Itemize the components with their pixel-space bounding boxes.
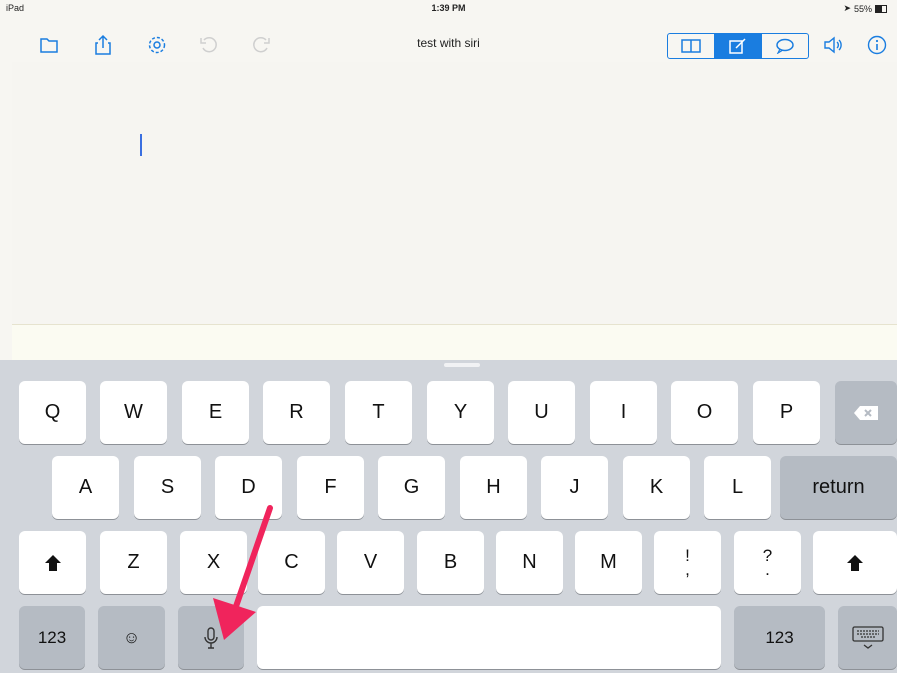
key-t[interactable]: T — [345, 381, 412, 444]
numbers-key-right[interactable]: 123 — [734, 606, 825, 669]
key-b[interactable]: B — [417, 531, 484, 594]
text-editor[interactable] — [12, 62, 897, 324]
key-f[interactable]: F — [297, 456, 364, 519]
key-p[interactable]: P — [753, 381, 820, 444]
key-s[interactable]: S — [134, 456, 201, 519]
keyboard-dismiss-icon — [851, 625, 884, 649]
key-x[interactable]: X — [180, 531, 247, 594]
key-h[interactable]: H — [460, 456, 527, 519]
speaker-icon[interactable] — [822, 34, 844, 56]
key-u[interactable]: U — [508, 381, 575, 444]
delete-key[interactable] — [835, 381, 897, 444]
edit-icon[interactable] — [715, 34, 762, 58]
text-cursor — [140, 134, 142, 156]
keyboard-handle[interactable] — [444, 363, 480, 367]
hide-keyboard-key[interactable] — [838, 606, 897, 669]
shift-icon — [44, 554, 61, 571]
shift-key-right[interactable] — [813, 531, 897, 594]
key-q[interactable]: Q — [19, 381, 86, 444]
key-e[interactable]: E — [182, 381, 249, 444]
key-y[interactable]: Y — [427, 381, 494, 444]
keyboard: Q W E R T Y U I O P A S D F G H J K L re… — [0, 360, 897, 673]
key-c[interactable]: C — [258, 531, 325, 594]
split-view-icon[interactable] — [668, 34, 715, 58]
status-bar: iPad 1:39 PM ➤ 55% — [0, 0, 897, 16]
key-exclamation-comma[interactable]: ! , — [654, 531, 721, 594]
space-bar[interactable] — [257, 606, 721, 669]
key-j[interactable]: J — [541, 456, 608, 519]
microphone-icon — [204, 626, 218, 649]
key-r[interactable]: R — [263, 381, 330, 444]
emoji-key[interactable]: ☺ — [98, 606, 165, 669]
backspace-icon — [854, 405, 878, 420]
view-mode-control — [667, 33, 809, 59]
key-n[interactable]: N — [496, 531, 563, 594]
dictation-key[interactable] — [178, 606, 244, 669]
speech-bubble-icon[interactable] — [762, 34, 808, 58]
input-accessory-bar — [12, 324, 897, 361]
clock: 1:39 PM — [431, 3, 466, 13]
key-w[interactable]: W — [100, 381, 167, 444]
battery-status: ➤ 55% — [843, 3, 887, 14]
location-icon: ➤ — [843, 3, 851, 13]
key-i[interactable]: I — [590, 381, 657, 444]
key-z[interactable]: Z — [100, 531, 167, 594]
key-bottom-label: , — [685, 559, 690, 579]
shift-key-left[interactable] — [19, 531, 86, 594]
key-o[interactable]: O — [671, 381, 738, 444]
key-d[interactable]: D — [215, 456, 282, 519]
numbers-key-left[interactable]: 123 — [19, 606, 85, 669]
info-icon[interactable] — [866, 34, 888, 56]
key-k[interactable]: K — [623, 456, 690, 519]
key-m[interactable]: M — [575, 531, 642, 594]
key-v[interactable]: V — [337, 531, 404, 594]
key-g[interactable]: G — [378, 456, 445, 519]
key-l[interactable]: L — [704, 456, 771, 519]
key-bottom-label: . — [765, 559, 770, 579]
key-a[interactable]: A — [52, 456, 119, 519]
battery-percent: 55% — [853, 3, 872, 14]
key-question-period[interactable]: ? . — [734, 531, 801, 594]
shift-icon — [847, 554, 863, 571]
battery-icon — [875, 4, 887, 13]
toolbar: test with siri — [0, 16, 897, 62]
return-key[interactable]: return — [780, 456, 897, 519]
